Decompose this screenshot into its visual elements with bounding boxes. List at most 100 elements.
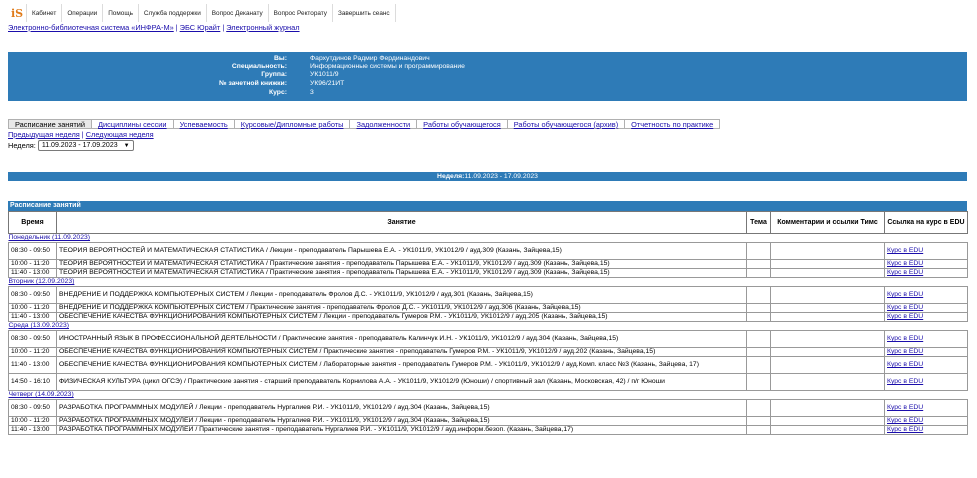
- tab-7[interactable]: Отчетность по практике: [625, 119, 721, 129]
- lesson-comments: [770, 259, 885, 269]
- menu-item-1[interactable]: Операции: [61, 4, 102, 22]
- menu-item-5[interactable]: Вопрос Ректорату: [267, 4, 332, 22]
- lesson-time: 11:40 - 13:00: [8, 268, 57, 278]
- menu-item-4[interactable]: Вопрос Деканату: [205, 4, 268, 22]
- lesson-comments: [770, 242, 885, 260]
- menu-item-6[interactable]: Завершить сеанс: [332, 4, 396, 22]
- table-row: 08:30 - 09:50 ВНЕДРЕНИЕ И ПОДДЕРЖКА КОМПЬ…: [8, 286, 968, 304]
- prev-week-link[interactable]: Предыдущая неделя: [8, 130, 80, 139]
- edu-course-link[interactable]: Курс в EDU: [887, 361, 923, 368]
- tab-1[interactable]: Дисциплины сессии: [92, 119, 174, 129]
- edu-course-link[interactable]: Курс в EDU: [887, 427, 923, 434]
- student-info-value: 3: [310, 89, 314, 96]
- edu-course-link[interactable]: Курс в EDU: [887, 335, 923, 342]
- week-navigation: Предыдущая неделя | Следующая неделя: [8, 130, 154, 139]
- table-row: 14:50 - 16:10 ФИЗИЧЕСКАЯ КУЛЬТУРА (цикл О…: [8, 373, 968, 391]
- schedule-section: Расписание занятий Время Занятие Тема Ко…: [8, 201, 968, 435]
- day-label[interactable]: Среда (13.09.2023): [9, 322, 70, 329]
- lesson-description: ТЕОРИЯ ВЕРОЯТНОСТЕЙ И МАТЕМАТИЧЕСКАЯ СТА…: [56, 242, 747, 260]
- lesson-description: ОБЕСПЕЧЕНИЕ КАЧЕСТВА ФУНКЦИОНИРОВАНИЯ КО…: [56, 347, 747, 357]
- schedule-table: Время Занятие Тема Комментарии и ссылки …: [8, 211, 968, 435]
- lesson-comments: [770, 416, 885, 426]
- edu-course-link[interactable]: Курс в EDU: [887, 305, 923, 312]
- schedule-header-row: Время Занятие Тема Комментарии и ссылки …: [8, 211, 968, 234]
- edu-course-link[interactable]: Курс в EDU: [887, 314, 923, 321]
- menu-item-2[interactable]: Помощь: [102, 4, 138, 22]
- edu-course-link[interactable]: Курс в EDU: [887, 404, 923, 411]
- edu-link-cell: Курс в EDU: [884, 268, 968, 278]
- edu-course-link[interactable]: Курс в EDU: [887, 349, 923, 356]
- edu-course-link[interactable]: Курс в EDU: [887, 247, 923, 254]
- day-label[interactable]: Понедельник (11.09.2023): [9, 234, 91, 241]
- tab-5[interactable]: Работы обучающегося: [417, 119, 508, 129]
- edu-link-cell: Курс в EDU: [884, 356, 968, 374]
- edu-course-link[interactable]: Курс в EDU: [887, 378, 923, 385]
- lesson-description: ВНЕДРЕНИЕ И ПОДДЕРЖКА КОМПЬЮТЕРНЫХ СИСТЕ…: [56, 303, 747, 313]
- lesson-time: 10:00 - 11:20: [8, 303, 57, 313]
- edu-course-link[interactable]: Курс в EDU: [887, 291, 923, 298]
- link-e-journal[interactable]: Электронный журнал: [226, 23, 299, 32]
- table-row: 10:00 - 11:20 ОБЕСПЕЧЕНИЕ КАЧЕСТВА ФУНКЦИ…: [8, 347, 968, 357]
- lesson-description: РАЗРАБОТКА ПРОГРАММНЫХ МОДУЛЕЙ / Лекции …: [56, 399, 747, 417]
- edu-course-link[interactable]: Курс в EDU: [887, 270, 923, 277]
- lesson-topic: [746, 259, 771, 269]
- lesson-comments: [770, 356, 885, 374]
- lesson-topic: [746, 416, 771, 426]
- week-select-value: 11.09.2023 - 17.09.2023: [41, 142, 118, 149]
- lesson-comments: [770, 312, 885, 322]
- week-bar-value: 11.09.2023 - 17.09.2023: [464, 173, 538, 180]
- lesson-description: ТЕОРИЯ ВЕРОЯТНОСТЕЙ И МАТЕМАТИЧЕСКАЯ СТА…: [56, 268, 747, 278]
- lesson-topic: [746, 425, 771, 435]
- schedule-title: Расписание занятий: [8, 201, 967, 211]
- edu-link-cell: Курс в EDU: [884, 425, 968, 435]
- table-row: 08:30 - 09:50 ИНОСТРАННЫЙ ЯЗЫК В ПРОФЕССИ…: [8, 330, 968, 348]
- tab-2[interactable]: Успеваемость: [173, 119, 235, 129]
- table-row: 10:00 - 11:20 ВНЕДРЕНИЕ И ПОДДЕРЖКА КОМПЬ…: [8, 303, 968, 313]
- table-row: 10:00 - 11:20 РАЗРАБОТКА ПРОГРАММНЫХ МОДУ…: [8, 416, 968, 426]
- col-comments: Комментарии и ссылки Тимс: [770, 211, 885, 234]
- table-row: 11:40 - 13:00 ОБЕСПЕЧЕНИЕ КАЧЕСТВА ФУНКЦИ…: [8, 312, 968, 322]
- link-infra-m[interactable]: Электронно-библиотечная система «ИНФРА-М…: [8, 23, 174, 32]
- week-bar-label: Неделя:: [437, 173, 465, 180]
- link-urait[interactable]: ЭБС Юрайт: [180, 23, 221, 32]
- day-row: Четверг (14.09.2023): [9, 391, 968, 400]
- table-row: 11:40 - 13:00 ТЕОРИЯ ВЕРОЯТНОСТЕЙ И МАТЕМ…: [8, 268, 968, 278]
- day-label[interactable]: Четверг (14.09.2023): [9, 391, 74, 398]
- student-info-value: УК1011/9: [310, 71, 339, 78]
- menu-item-0[interactable]: Кабинет: [26, 4, 61, 22]
- lesson-time: 11:40 - 13:00: [8, 356, 57, 374]
- edu-link-cell: Курс в EDU: [884, 312, 968, 322]
- menu-item-3[interactable]: Служба поддержки: [137, 4, 206, 22]
- lesson-description: ОБЕСПЕЧЕНИЕ КАЧЕСТВА ФУНКЦИОНИРОВАНИЯ КО…: [56, 312, 747, 322]
- student-info-panel: Вы: Фархутдинов Радмир Фердинандович Специ…: [8, 52, 967, 101]
- edu-link-cell: Курс в EDU: [884, 373, 968, 391]
- lesson-topic: [746, 399, 771, 417]
- tab-4[interactable]: Задолженности: [350, 119, 418, 129]
- day-label[interactable]: Вторник (12.09.2023): [9, 278, 75, 285]
- tab-3[interactable]: Курсовые/Дипломные работы: [234, 119, 351, 129]
- tab-6[interactable]: Работы обучающегося (архив): [507, 119, 626, 129]
- edu-link-cell: Курс в EDU: [884, 330, 968, 348]
- current-week-bar: Неделя:11.09.2023 - 17.09.2023: [8, 172, 967, 181]
- table-row: 11:40 - 13:00 РАЗРАБОТКА ПРОГРАММНЫХ МОДУ…: [8, 425, 968, 435]
- week-select[interactable]: 11.09.2023 - 17.09.2023 ▼: [37, 140, 134, 151]
- student-info-row: Специальность: Информационные системы и п…: [8, 63, 967, 71]
- edu-course-link[interactable]: Курс в EDU: [887, 418, 923, 425]
- top-menu: iS Кабинет Операции Помощь Служба поддержки…: [8, 4, 396, 22]
- student-info-row: Вы: Фархутдинов Радмир Фердинандович: [8, 55, 967, 63]
- lesson-description: ОБЕСПЕЧЕНИЕ КАЧЕСТВА ФУНКЦИОНИРОВАНИЯ КО…: [56, 356, 747, 374]
- lesson-description: ИНОСТРАННЫЙ ЯЗЫК В ПРОФЕССИОНАЛЬНОЙ ДЕЯТ…: [56, 330, 747, 348]
- site-logo[interactable]: iS: [8, 4, 26, 22]
- lesson-time: 10:00 - 11:20: [8, 259, 57, 269]
- tab-0[interactable]: Расписание занятий: [8, 119, 93, 129]
- lesson-topic: [746, 286, 771, 304]
- edu-link-cell: Курс в EDU: [884, 286, 968, 304]
- lesson-time: 10:00 - 11:20: [8, 347, 57, 357]
- next-week-link[interactable]: Следующая неделя: [86, 130, 154, 139]
- tab-bar: Расписание занятий Дисциплины сессии Успев…: [8, 119, 721, 129]
- lesson-comments: [770, 286, 885, 304]
- external-links: Электронно-библиотечная система «ИНФРА-М…: [8, 23, 300, 32]
- lesson-comments: [770, 425, 885, 435]
- edu-course-link[interactable]: Курс в EDU: [887, 261, 923, 268]
- lesson-comments: [770, 399, 885, 417]
